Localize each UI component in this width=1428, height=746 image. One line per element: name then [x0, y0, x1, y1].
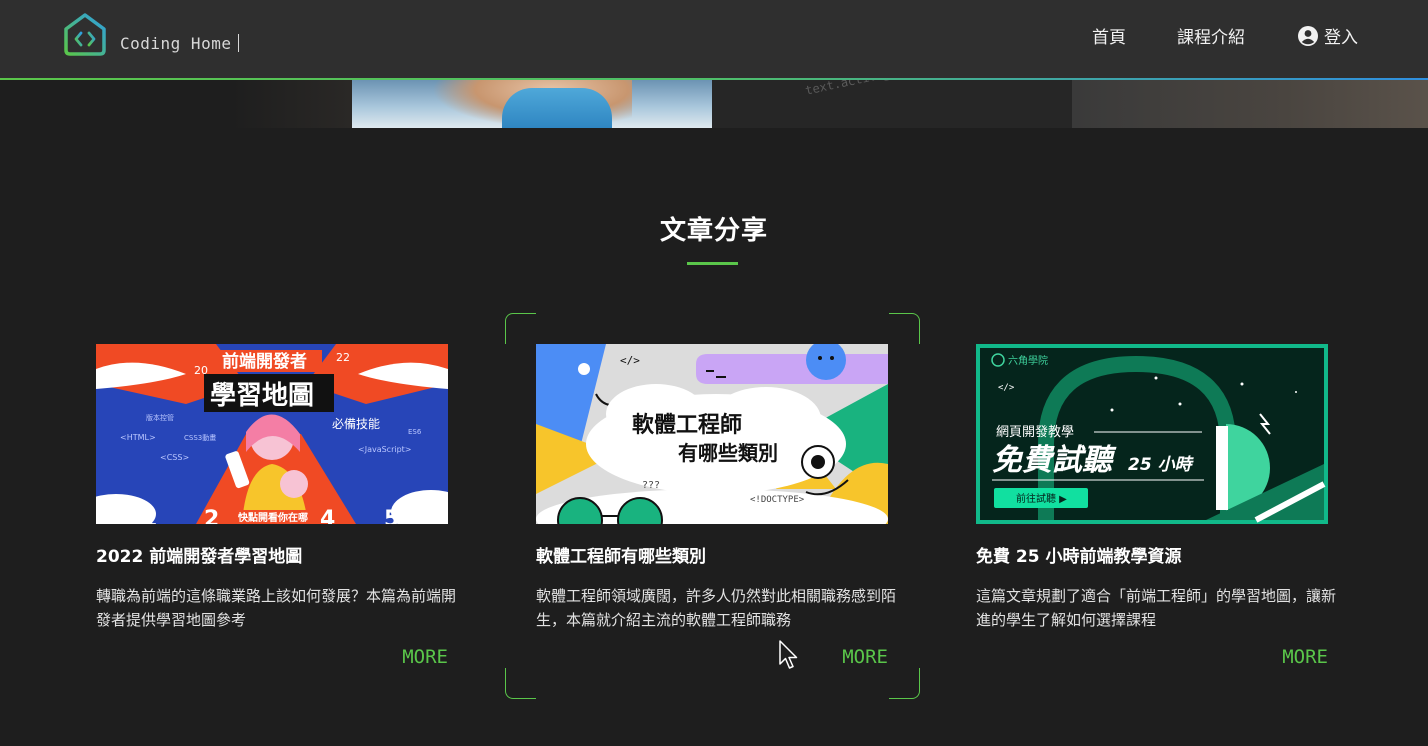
thumb2-line1: 軟體工程師 [632, 412, 742, 438]
brand-name[interactable]: Coding Home [120, 34, 231, 53]
nav-courses-link[interactable]: 課程介紹 [1177, 23, 1245, 48]
article-1-thumbnail[interactable]: 20 22 前端開發者 學習地圖 必備技能 <HTML> <CSS> CSS3動… [96, 344, 448, 524]
thumb1-num-4: 4 [320, 507, 335, 524]
article-2-thumbnail[interactable]: </> 軟體工程師 有哪些類別 <!DOCTYPE> ??? [536, 344, 888, 524]
nav-login-link[interactable]: 登入 [1298, 23, 1358, 48]
thumb3-headline: 免費試聽 [992, 443, 1117, 478]
user-circle-icon [1298, 25, 1318, 46]
nav-home-link[interactable]: 首頁 [1092, 23, 1126, 48]
thumb1-tag-js: <JavaScript> [358, 445, 412, 454]
card-highlight-corner-top-right [889, 313, 920, 344]
thumb3-code: </> [998, 383, 1015, 393]
banner-code-text: text.active_obj [804, 80, 913, 98]
thumb3-cta: 前往試聽 ▶ [1016, 492, 1067, 505]
thumb1-headline-top: 前端開發者 [222, 351, 307, 372]
banner-slide-2[interactable]: text.active_obj [712, 80, 1072, 128]
section-title: 文章分享 [659, 216, 768, 246]
thumb2-question-tag: ??? [642, 480, 660, 491]
thumb2-code-tag: </> [620, 354, 640, 367]
banner-slide-left [230, 80, 352, 128]
mouse-pointer-icon [779, 640, 798, 669]
card-highlight-corner-bottom-right [889, 668, 920, 699]
login-label: 登入 [1324, 28, 1358, 48]
article-1-title[interactable]: 2022 前端開發者學習地圖 [96, 542, 302, 567]
section-title-underline [687, 262, 738, 265]
thumb1-headline-main: 學習地圖 [210, 381, 314, 411]
thumb1-num-5: 5 [384, 507, 399, 524]
thumb1-year-right: 22 [336, 351, 350, 364]
banner-slide-3[interactable] [1072, 80, 1428, 128]
article-1-description: 轉職為前端的這條職業路上該如何發展？本篇為前端開發者提供學習地圖參考 [96, 587, 457, 629]
article-2-title[interactable]: 軟體工程師有哪些類別 [536, 542, 706, 567]
article-3-more-link[interactable]: MORE [1282, 646, 1328, 668]
thumb1-tag-css3: CSS3動畫 [184, 433, 216, 442]
text-caret [238, 34, 239, 52]
thumb1-tag-html: <HTML> [120, 433, 156, 442]
thumb1-num-2: 2 [204, 507, 219, 524]
thumb2-doctype-tag: <!DOCTYPE> [750, 495, 805, 505]
coding-home-logo-icon[interactable] [63, 12, 107, 56]
thumb3-school: 六角學院 [1008, 354, 1048, 367]
thumb3-subtitle: 網頁開發教學 [996, 424, 1074, 440]
banner-sleeve-image [502, 88, 612, 128]
article-1-more-link[interactable]: MORE [402, 646, 448, 668]
banner-slide-1[interactable] [352, 80, 712, 128]
thumb3-hours: 25 小時 [1128, 455, 1195, 475]
article-card-1[interactable]: 20 22 前端開發者 學習地圖 必備技能 <HTML> <CSS> CSS3動… [96, 344, 456, 668]
article-2-description: 軟體工程師領域廣闊，許多人仍然對此相關職務感到陌生，本篇就介紹主流的軟體工程師職… [536, 587, 897, 629]
article-3-description: 這篇文章規劃了適合「前端工程師」的學習地圖，讓新進的學生了解如何選擇課程 [976, 587, 1337, 629]
thumb1-badge: 快點開看你在哪 [237, 511, 308, 524]
article-3-thumbnail[interactable]: 六角學院 </> 網頁開發教學 免費試聽 25 小時 前往試聽 ▶ [976, 344, 1328, 524]
thumb1-num-1: 1 [142, 507, 157, 524]
card-highlight-corner-top-left [505, 313, 536, 344]
site-header: Coding Home 首頁 課程介紹 登入 [0, 0, 1428, 78]
article-3-title[interactable]: 免費 25 小時前端教學資源 [976, 542, 1182, 567]
thumb1-tag-css: <CSS> [160, 453, 189, 462]
thumb1-skills: 必備技能 [332, 416, 380, 431]
article-card-3[interactable]: 六角學院 </> 網頁開發教學 免費試聽 25 小時 前往試聽 ▶ 免費 25 … [976, 344, 1336, 668]
thumb2-line2: 有哪些類別 [678, 441, 778, 465]
thumb1-tag-es6: ES6 [408, 428, 422, 436]
thumb1-tag-git: 版本控管 [146, 413, 174, 422]
card-highlight-corner-bottom-left [505, 668, 536, 699]
article-card-2[interactable]: </> 軟體工程師 有哪些類別 <!DOCTYPE> ??? 軟體工程師有哪些類… [536, 344, 896, 668]
article-2-more-link[interactable]: MORE [842, 646, 888, 668]
